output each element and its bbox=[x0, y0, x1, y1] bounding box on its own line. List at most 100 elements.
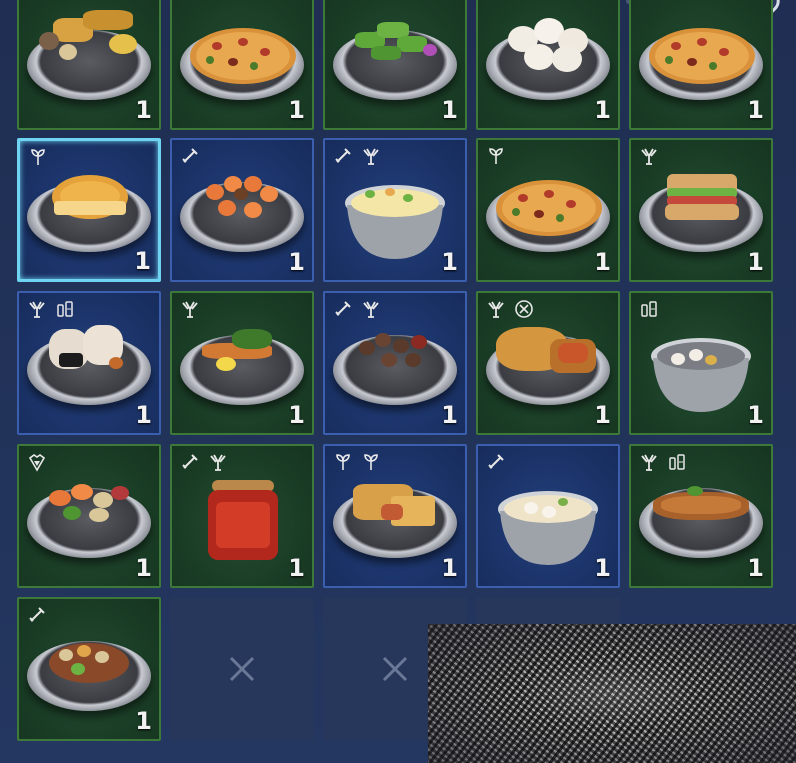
sprout-icon bbox=[486, 146, 506, 166]
food-piece bbox=[403, 194, 413, 202]
buff-icons bbox=[639, 146, 659, 166]
plate bbox=[27, 488, 151, 558]
food-piece bbox=[89, 508, 109, 522]
buff-icons bbox=[486, 452, 506, 472]
food-piece bbox=[93, 492, 113, 508]
item-quantity: 1 bbox=[594, 248, 611, 276]
food-piece bbox=[54, 201, 126, 215]
food-piece bbox=[59, 44, 77, 60]
food-piece bbox=[411, 335, 427, 349]
item-quantity: 1 bbox=[594, 96, 611, 124]
item-quantity: 1 bbox=[747, 248, 764, 276]
sprout-icon bbox=[333, 452, 353, 472]
item-quantity: 1 bbox=[441, 96, 458, 124]
food-piece bbox=[542, 506, 556, 518]
inventory-item-slot[interactable]: 1 bbox=[323, 291, 467, 435]
inventory-item-slot[interactable]: 1 bbox=[476, 291, 620, 435]
inventory-item-slot[interactable]: 1 bbox=[170, 0, 314, 130]
food-piece bbox=[393, 339, 409, 353]
claw-icon bbox=[208, 452, 228, 472]
noise-overlay bbox=[428, 624, 796, 763]
food-piece bbox=[558, 498, 568, 506]
inventory-item-slot[interactable]: 1 bbox=[476, 0, 620, 130]
buff-icons bbox=[180, 299, 200, 319]
item-quantity: 1 bbox=[594, 401, 611, 429]
inventory-item-slot[interactable]: 1 bbox=[17, 0, 161, 130]
food-piece bbox=[512, 208, 520, 216]
food-piece bbox=[238, 38, 248, 46]
food-piece bbox=[49, 490, 71, 506]
food-piece bbox=[63, 506, 81, 520]
claw-icon bbox=[361, 299, 381, 319]
buff-icons bbox=[639, 299, 659, 319]
inventory-item-slot[interactable]: 1 bbox=[476, 138, 620, 282]
potion-icon bbox=[667, 452, 687, 472]
food-piece bbox=[534, 210, 544, 218]
buff-icons bbox=[27, 299, 75, 319]
food-piece bbox=[228, 58, 238, 66]
food-piece bbox=[697, 38, 707, 46]
inventory-item-slot[interactable]: 1 bbox=[170, 444, 314, 588]
inventory-item-slot[interactable]: 1 bbox=[170, 138, 314, 282]
inventory-item-slot[interactable]: 1 bbox=[170, 291, 314, 435]
buff-icons bbox=[333, 452, 381, 472]
bone-icon bbox=[486, 452, 506, 472]
food-piece bbox=[556, 214, 564, 222]
bone-icon bbox=[180, 146, 200, 166]
inventory-item-slot[interactable]: 1 bbox=[17, 597, 161, 741]
food-piece bbox=[77, 645, 91, 657]
bone-icon bbox=[333, 299, 353, 319]
food-piece bbox=[234, 188, 248, 200]
food-piece bbox=[260, 186, 278, 202]
bone-icon bbox=[180, 452, 200, 472]
inventory-item-slot[interactable]: 1 bbox=[17, 291, 161, 435]
pot-icon bbox=[345, 185, 445, 260]
food-piece bbox=[216, 502, 270, 548]
food-piece bbox=[39, 32, 59, 50]
inventory-item-slot[interactable]: 1 bbox=[17, 444, 161, 588]
inventory-item-slot[interactable]: 1 bbox=[323, 138, 467, 282]
pot-icon bbox=[498, 491, 598, 566]
food-piece bbox=[552, 46, 582, 72]
buff-icons bbox=[28, 147, 48, 167]
inventory-item-slot[interactable]: 1 bbox=[629, 291, 773, 435]
food-piece bbox=[524, 44, 554, 70]
food-piece bbox=[206, 184, 224, 200]
item-quantity: 1 bbox=[288, 96, 305, 124]
plate bbox=[333, 30, 457, 100]
buff-icons bbox=[486, 299, 534, 319]
food-piece bbox=[524, 502, 538, 514]
empty-x-icon bbox=[229, 656, 255, 682]
food-piece bbox=[216, 357, 236, 371]
food-piece bbox=[709, 62, 717, 70]
inventory-item-slot[interactable]: 1 bbox=[629, 444, 773, 588]
buff-icons bbox=[486, 146, 506, 166]
buff-icons bbox=[639, 452, 687, 472]
inventory-item-slot[interactable]: 1 bbox=[323, 444, 467, 588]
potion-icon bbox=[639, 299, 659, 319]
food-piece bbox=[206, 56, 214, 64]
food-piece bbox=[385, 188, 395, 196]
food-piece bbox=[59, 649, 73, 661]
empty-x-icon bbox=[382, 656, 408, 682]
food-piece bbox=[689, 349, 703, 361]
empty-slot[interactable] bbox=[170, 597, 314, 741]
sprout-icon bbox=[28, 147, 48, 167]
buff-icons bbox=[27, 605, 47, 625]
buff-icons bbox=[333, 299, 381, 319]
heart-shield-icon bbox=[27, 452, 47, 472]
item-quantity: 1 bbox=[747, 96, 764, 124]
inventory-item-slot[interactable]: 1 bbox=[323, 0, 467, 130]
sprout-icon bbox=[361, 452, 381, 472]
item-quantity: 1 bbox=[135, 96, 152, 124]
item-quantity: 1 bbox=[747, 554, 764, 582]
food-piece bbox=[232, 329, 272, 349]
food-piece bbox=[218, 200, 236, 216]
food-piece bbox=[83, 10, 133, 30]
food-piece bbox=[381, 504, 403, 520]
inventory-item-slot[interactable]: 1 bbox=[629, 0, 773, 130]
inventory-item-slot[interactable]: 1 bbox=[476, 444, 620, 588]
inventory-item-slot[interactable]: 1 bbox=[629, 138, 773, 282]
food-piece bbox=[544, 190, 554, 198]
inventory-item-slot[interactable]: 1 bbox=[17, 138, 161, 282]
